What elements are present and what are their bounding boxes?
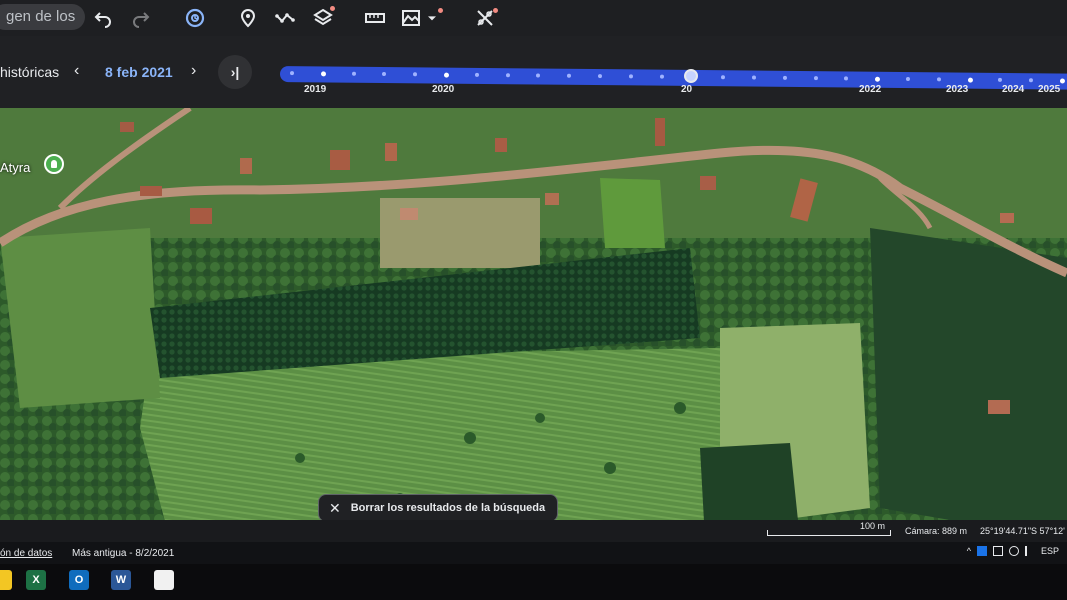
year-label: 2023 xyxy=(946,84,969,95)
timeline-tick[interactable] xyxy=(413,72,418,77)
year-label: 2022 xyxy=(859,84,882,95)
network-icon[interactable] xyxy=(992,546,1003,556)
battery-icon[interactable] xyxy=(1008,546,1019,556)
place-marker-icon[interactable] xyxy=(44,154,64,174)
year-label: 2019 xyxy=(304,84,327,95)
map-status-bar: 100 m Cámara: 889 m 25°19'44.71"S 57°12' xyxy=(0,520,1067,542)
layers-badge xyxy=(330,6,335,11)
oldest-imagery-date: Más antigua - 8/2/2021 xyxy=(72,548,175,559)
path-icon[interactable] xyxy=(272,5,298,31)
timeline-tick[interactable] xyxy=(813,76,818,81)
camera-altitude: Cámara: 889 m xyxy=(905,526,968,536)
ruler-icon[interactable] xyxy=(362,5,388,31)
timeline-tick[interactable] xyxy=(1029,78,1034,83)
language-indicator[interactable]: ESP xyxy=(1041,546,1059,556)
timeline-tick[interactable] xyxy=(875,76,881,82)
satellite-map[interactable]: Atyra 2D xyxy=(0,108,1067,540)
notepad-icon[interactable] xyxy=(154,570,174,590)
historical-label: históricas xyxy=(0,64,60,80)
clear-search-results-button[interactable]: ✕ Borrar los resultados de la búsqueda xyxy=(318,494,559,522)
coordinates: 25°19'44.71"S 57°12' xyxy=(980,526,1065,536)
timeline-tick[interactable] xyxy=(1059,78,1065,84)
elevation-profile-icon[interactable] xyxy=(398,5,424,31)
timeline-tick[interactable] xyxy=(967,77,973,83)
tray-expand-icon[interactable]: ^ xyxy=(967,546,971,556)
timeline-tick[interactable] xyxy=(474,72,479,77)
timeline-tick[interactable] xyxy=(936,77,941,82)
timeline-tick[interactable] xyxy=(782,75,787,80)
timeline-tick[interactable] xyxy=(536,73,541,78)
clear-search-results-label: Borrar los resultados de la búsqueda xyxy=(350,502,546,514)
timeline-tick[interactable] xyxy=(751,75,757,80)
timeline-tick[interactable] xyxy=(628,74,633,79)
year-label: 20 xyxy=(681,84,693,95)
taskbar: X O W xyxy=(0,564,1067,600)
app-tray-icon[interactable] xyxy=(976,546,987,556)
timeline-thumb[interactable] xyxy=(683,68,698,84)
timeline-tick[interactable] xyxy=(998,77,1003,82)
year-label: 2025 xyxy=(1038,84,1061,95)
timeline-tick[interactable] xyxy=(597,74,603,79)
close-icon: ✕ xyxy=(329,499,341,516)
timeline-tick[interactable] xyxy=(844,76,849,81)
elevation-badge xyxy=(438,8,443,13)
timeline-tick[interactable] xyxy=(905,77,910,82)
imagery-badge xyxy=(493,8,498,13)
undo-icon[interactable] xyxy=(90,5,116,31)
timeline-tick[interactable] xyxy=(443,72,450,78)
current-date: 8 feb 2021 xyxy=(105,64,173,80)
system-tray: ^ ESP xyxy=(967,546,1059,556)
year-label: 2024 xyxy=(1002,84,1025,95)
file-explorer-icon[interactable] xyxy=(0,570,12,590)
satellite-imagery xyxy=(0,108,1067,540)
excel-icon[interactable]: X xyxy=(26,570,46,590)
top-toolbar: gen de los xyxy=(0,0,1067,36)
data-attribution-link[interactable]: ón de datos xyxy=(0,548,52,559)
next-date-button[interactable]: › xyxy=(191,62,196,80)
timeline-tick[interactable] xyxy=(351,71,356,76)
previous-date-button[interactable]: ‹ xyxy=(74,62,79,80)
timeline-tick[interactable] xyxy=(659,74,664,79)
timeline-tick[interactable] xyxy=(505,73,510,78)
outlook-icon[interactable]: O xyxy=(69,570,89,590)
timeline-tick[interactable] xyxy=(320,71,326,77)
timeline-tick[interactable] xyxy=(382,71,387,77)
go-to-latest-button[interactable]: ›| xyxy=(218,55,252,89)
timeline-tick[interactable] xyxy=(721,75,726,80)
info-bar: ón de datos Más antigua - 8/2/2021 ^ ESP xyxy=(0,542,1067,564)
search-chip[interactable]: gen de los xyxy=(0,4,86,30)
historical-imagery-bar: históricas ‹ 8 feb 2021 › ›| 2019 2020 2… xyxy=(0,36,1067,133)
volume-icon[interactable] xyxy=(1024,546,1035,556)
place-label[interactable]: Atyra xyxy=(0,160,30,175)
scale-bar xyxy=(767,530,891,536)
redo-icon[interactable] xyxy=(128,5,154,31)
timeline-tick[interactable] xyxy=(567,73,572,78)
historical-imagery-icon[interactable] xyxy=(182,5,208,31)
word-icon[interactable]: W xyxy=(111,570,131,590)
placemark-icon[interactable] xyxy=(235,5,261,31)
year-label: 2020 xyxy=(432,84,455,95)
timeline-tick[interactable] xyxy=(289,71,295,76)
